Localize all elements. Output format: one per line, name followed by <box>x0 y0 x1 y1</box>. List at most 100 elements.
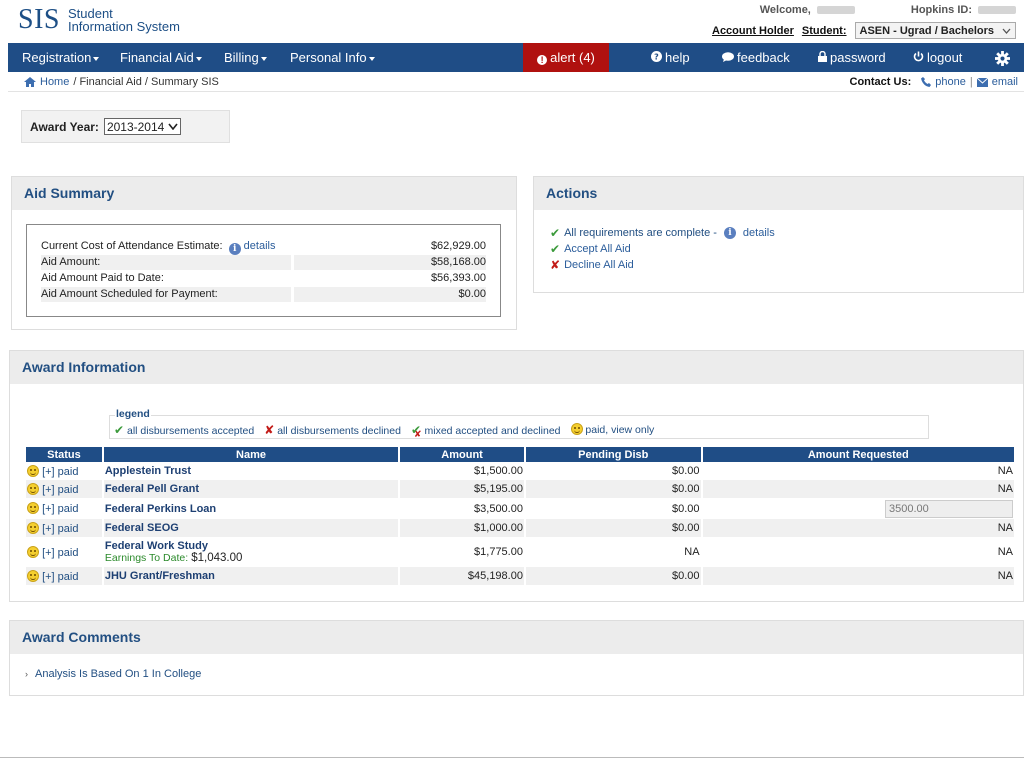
nav-logout[interactable]: logout <box>913 43 962 72</box>
contact-divider: | <box>969 76 973 88</box>
award-name: Applestein Trust <box>104 465 192 477</box>
award-comments-title: Award Comments <box>10 621 1023 654</box>
chevron-down-icon <box>168 123 178 130</box>
breadcrumb-path: / Financial Aid / Summary SIS <box>73 76 219 88</box>
award-pending: $0.00 <box>525 480 701 498</box>
aid-row-label: Current Cost of Attendance Estimate: i de… <box>41 240 276 255</box>
award-pending: $0.00 <box>525 519 701 537</box>
legend-declined: ✘ all disbursements declined <box>264 423 401 437</box>
phone-icon <box>921 77 932 87</box>
table-row: [+] paid Federal Pell Grant $5,195.00 $0… <box>26 480 1014 498</box>
nav-financial-aid-label: Financial Aid <box>120 50 194 65</box>
award-name: Federal Work Study <box>104 540 208 552</box>
column-header-amount-requested: Amount Requested <box>702 447 1014 462</box>
gear-icon <box>995 50 1010 67</box>
requirements-details-link[interactable]: details <box>743 227 775 239</box>
award-comments-panel: Award Comments <box>9 620 1024 696</box>
aid-row-value: $58,168.00 <box>294 255 486 270</box>
nav-password[interactable]: password <box>818 43 886 72</box>
logo-mark: SIS <box>18 4 60 35</box>
cost-details-link[interactable]: details <box>244 240 276 252</box>
expand-paid-link[interactable]: [+] paid <box>42 484 78 496</box>
nav-billing[interactable]: Billing <box>224 43 267 72</box>
nav-feedback[interactable]: feedback <box>722 43 790 72</box>
award-name: Federal Perkins Loan <box>104 502 217 515</box>
nav-alert-label: alert (4) <box>550 50 595 65</box>
aid-row-value: $62,929.00 <box>430 240 486 252</box>
nav-financial-aid[interactable]: Financial Aid <box>120 43 202 72</box>
student-label: Student: <box>801 24 847 37</box>
account-holder-link[interactable]: Account Holder <box>712 25 794 37</box>
divider <box>8 91 1024 92</box>
envelope-icon <box>976 77 988 87</box>
check-icon: ✔ <box>114 423 125 437</box>
award-year-box: Award Year: 2013-2014 <box>21 110 230 143</box>
redacted-user-name <box>816 6 855 14</box>
main-nav: Registration Financial Aid Billing Perso… <box>8 43 1024 72</box>
accept-all-aid-action[interactable]: ✔ Accept All Aid <box>550 242 631 256</box>
nav-help-label: help <box>665 50 690 65</box>
table-row: [+] paid Applestein Trust $1,500.00 $0.0… <box>26 462 1014 480</box>
expand-paid-link[interactable]: [+] paid <box>42 503 78 515</box>
nav-help[interactable]: ? help <box>651 43 690 72</box>
contact-phone-link[interactable]: phone <box>935 76 966 88</box>
requirements-status: ✔ All requirements are complete - i deta… <box>550 226 775 240</box>
earnings-value: $1,043.00 <box>191 552 243 564</box>
chevron-right-icon: › <box>25 669 28 679</box>
aid-row-aid-amount: Aid Amount: $58,168.00 <box>41 255 486 270</box>
smiley-icon <box>570 423 583 435</box>
award-year-value: 2013-2014 <box>106 119 165 134</box>
amount-requested-input[interactable]: 3500.00 <box>885 499 1013 518</box>
nav-personal-info[interactable]: Personal Info <box>290 43 375 72</box>
caret-down-icon <box>93 56 100 61</box>
table-row: [+] paid Federal Work Study Earnings To … <box>26 537 1014 567</box>
x-icon: ✘ <box>550 258 561 272</box>
footer-divider <box>0 757 1024 758</box>
expand-paid-link[interactable]: [+] paid <box>42 571 78 583</box>
accept-all-aid-link[interactable]: Accept All Aid <box>564 243 631 255</box>
decline-all-aid-link[interactable]: Decline All Aid <box>564 259 634 271</box>
award-name: Federal Pell Grant <box>103 480 399 498</box>
aid-row-cost: Current Cost of Attendance Estimate: i de… <box>41 239 486 255</box>
legend-items: ✔ all disbursements accepted ✘ all disbu… <box>114 423 654 440</box>
award-amount: $5,195.00 <box>400 480 524 498</box>
awards-table: Status Name Amount Pending Disb Amount R… <box>24 447 1016 585</box>
exclamation-icon: ! <box>537 55 548 65</box>
sis-logo[interactable]: SIS Student Information System <box>18 5 180 35</box>
contact-label: Contact Us: <box>849 76 912 88</box>
contact-email-link[interactable]: email <box>992 76 1018 88</box>
smiley-icon <box>27 464 39 477</box>
power-icon <box>913 45 924 74</box>
expand-paid-link[interactable]: [+] paid <box>42 466 78 478</box>
award-name-cell: Federal Work Study Earnings To Date: $1,… <box>104 537 398 567</box>
redacted-hopkins-id <box>978 6 1016 14</box>
award-amount: $1,500.00 <box>474 465 523 477</box>
nav-registration[interactable]: Registration <box>22 43 100 72</box>
student-select[interactable]: ASEN - Ugrad / Bachelors <box>854 22 1016 39</box>
award-pending: $0.00 <box>672 465 700 477</box>
expand-paid-link[interactable]: [+] paid <box>42 523 78 535</box>
legend-title: legend <box>115 408 151 420</box>
aid-summary-title: Aid Summary <box>12 177 516 210</box>
actions-title: Actions <box>534 177 1023 210</box>
aid-row-scheduled: Aid Amount Scheduled for Payment: $0.00 <box>41 287 486 302</box>
smiley-icon <box>27 569 39 582</box>
expand-paid-link[interactable]: [+] paid <box>42 547 78 559</box>
caret-down-icon <box>260 56 267 61</box>
award-information-title: Award Information <box>10 351 1023 384</box>
aid-row-value: $0.00 <box>294 287 486 302</box>
award-year-select[interactable]: 2013-2014 <box>103 118 182 135</box>
award-name: Federal SEOG <box>103 519 399 537</box>
legend: legend ✔ all disbursements accepted ✘ al… <box>109 408 929 440</box>
legend-paid: paid, view only <box>570 423 654 440</box>
header: SIS Student Information System Welcome, … <box>0 0 1024 43</box>
aid-row-label: Aid Amount: <box>41 255 291 270</box>
check-icon: ✔ <box>550 242 561 256</box>
aid-row-label: Aid Amount Scheduled for Payment: <box>41 287 291 302</box>
mixed-check-x-icon: ✔✘ <box>410 423 422 439</box>
table-row: [+] paid JHU Grant/Freshman $45,198.00 $… <box>26 567 1014 585</box>
decline-all-aid-action[interactable]: ✘ Decline All Aid <box>550 258 634 272</box>
settings-gear-button[interactable] <box>995 43 1010 72</box>
breadcrumb-home-link[interactable]: Home <box>40 76 69 88</box>
nav-alert[interactable]: ! alert (4) <box>523 43 609 72</box>
